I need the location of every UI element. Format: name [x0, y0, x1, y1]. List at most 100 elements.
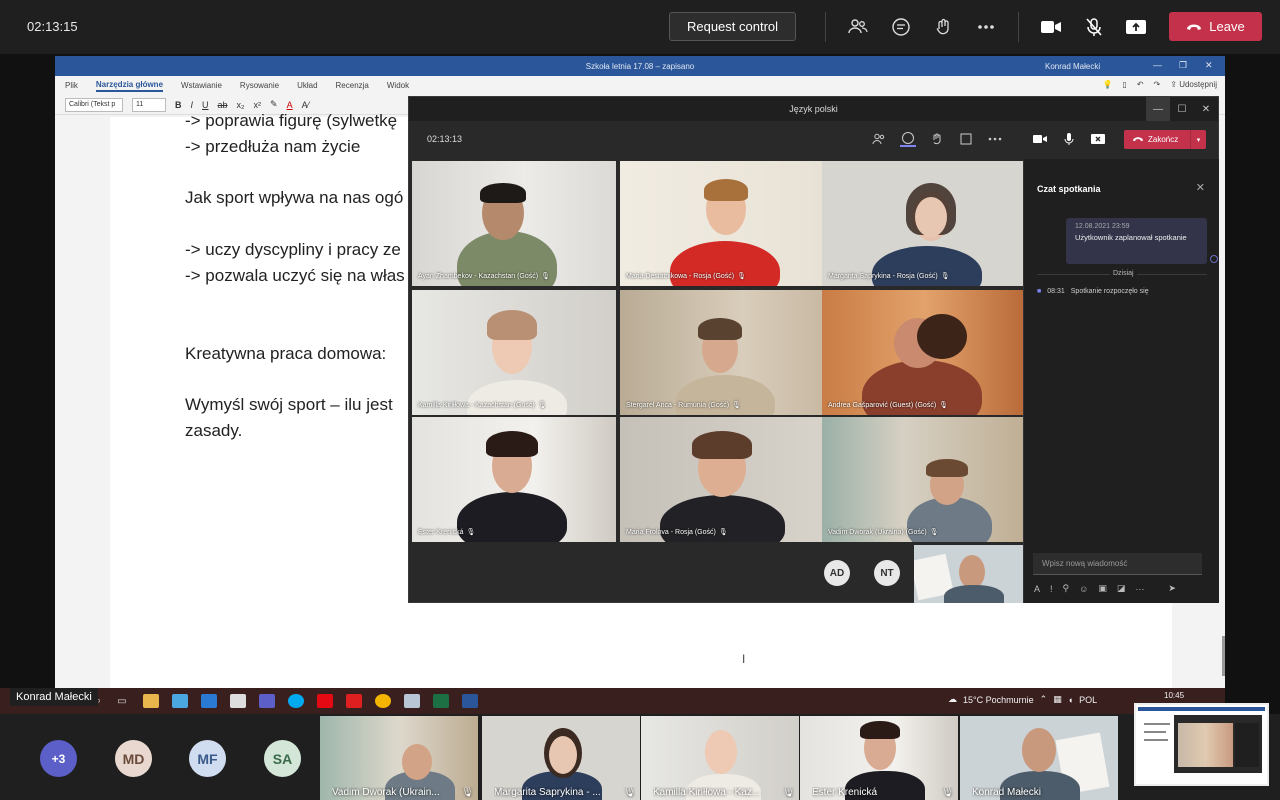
store-icon[interactable]: [229, 694, 246, 708]
tab-home[interactable]: Narzędzia główne: [95, 80, 164, 92]
more-icon[interactable]: [987, 131, 1003, 147]
task-view-icon[interactable]: ▭: [117, 696, 126, 707]
taskbar-clock[interactable]: 10:45: [1164, 691, 1184, 700]
video-tile[interactable]: Maria Desiatnikowa - Rosja (Gość) 🎙: [620, 161, 824, 286]
request-control-button[interactable]: Request control: [669, 12, 796, 41]
more-icon[interactable]: ···: [1135, 584, 1144, 594]
emoji-icon[interactable]: ☺: [1079, 584, 1088, 594]
reactions-icon[interactable]: [929, 131, 945, 147]
close-icon[interactable]: ✕: [1205, 60, 1213, 71]
participant-avatar[interactable]: MD: [115, 740, 152, 777]
more-icon[interactable]: [973, 14, 999, 40]
send-icon[interactable]: ➤: [1168, 583, 1176, 594]
participant-video-tile[interactable]: Ester Krenická 🎙: [800, 716, 958, 800]
chat-icon[interactable]: [900, 131, 916, 147]
chat-message-input[interactable]: Wpisz nową wiadomość: [1033, 553, 1202, 575]
redo-icon[interactable]: ↷: [1154, 80, 1161, 89]
font-size-box[interactable]: 11: [132, 97, 166, 112]
leave-button[interactable]: Leave: [1169, 12, 1262, 41]
chat-icon[interactable]: [888, 14, 914, 40]
teams-icon[interactable]: [258, 694, 275, 708]
share-button[interactable]: ⇪ Udostępnij: [1170, 80, 1217, 89]
edge-icon[interactable]: [171, 694, 188, 708]
participant-avatar[interactable]: MF: [189, 740, 226, 777]
close-icon[interactable]: ✕: [1196, 181, 1205, 194]
participant-video-tile[interactable]: Vadim Dworak (Ukrain... 🎙: [320, 716, 478, 800]
excel-icon[interactable]: [432, 694, 449, 708]
chevron-down-icon[interactable]: ▾: [1190, 130, 1206, 149]
netflix-icon[interactable]: [316, 694, 333, 708]
skype-icon[interactable]: [287, 694, 304, 708]
acrobat-icon[interactable]: [345, 694, 362, 708]
highlight-icon[interactable]: ✎: [270, 99, 278, 110]
language-indicator[interactable]: POL: [1079, 695, 1097, 705]
people-icon[interactable]: [871, 131, 887, 147]
tab-draw[interactable]: Rysowanie: [240, 81, 279, 90]
participant-avatar[interactable]: NT: [874, 560, 900, 586]
undo-icon[interactable]: ↶: [1137, 80, 1144, 89]
mic-icon[interactable]: [1061, 131, 1077, 147]
important-icon[interactable]: !: [1050, 584, 1053, 594]
font-name-box[interactable]: Calibri (Tekst p: [65, 97, 123, 112]
minimize-icon[interactable]: —: [1146, 97, 1170, 121]
minimize-icon[interactable]: —: [1153, 60, 1162, 70]
superscript-icon[interactable]: x²: [254, 100, 262, 110]
mail-icon[interactable]: [200, 694, 217, 708]
tab-view[interactable]: Widok: [387, 81, 409, 90]
tab-layout[interactable]: Układ: [297, 81, 317, 90]
room-icon[interactable]: [958, 131, 974, 147]
reactions-icon[interactable]: [930, 14, 956, 40]
weather-text[interactable]: 15°C Pochmurnie: [963, 695, 1034, 705]
participant-video-tile[interactable]: Konrad Małecki: [960, 716, 1118, 800]
maximize-icon[interactable]: ☐: [1170, 97, 1194, 121]
tab-review[interactable]: Recenzja: [336, 81, 369, 90]
tab-plik[interactable]: Plik: [65, 81, 78, 90]
shared-screen-thumbnail[interactable]: [1134, 703, 1269, 786]
video-tile[interactable]: Stergarel Anca - Rumunia (Gość) 🎙: [620, 290, 824, 415]
stop-sharing-icon[interactable]: [1090, 131, 1106, 147]
chrome-icon[interactable]: [374, 694, 391, 708]
strikethrough-icon[interactable]: ab: [218, 100, 228, 110]
people-icon[interactable]: [845, 14, 871, 40]
file-explorer-icon[interactable]: [142, 694, 159, 708]
subscript-icon[interactable]: x₂: [237, 100, 245, 110]
video-tile[interactable]: Ester Krenická 🎙: [412, 417, 616, 542]
participant-video-tile[interactable]: Kamilla Kiriłłowa - Kaz... 🎙: [641, 716, 799, 800]
close-icon[interactable]: ✕: [1194, 97, 1218, 121]
ribbon-right-tools: 💡 ▯ ↶ ↷ ⇪ Udostępnij: [1102, 80, 1217, 89]
word-icon[interactable]: [461, 694, 478, 708]
participant-video-tile[interactable]: Margarita Saprykina - ... 🎙: [482, 716, 640, 800]
video-tile[interactable]: Margarita Saprykina - Rosja (Gość) 🎙: [822, 161, 1026, 286]
sticker-icon[interactable]: ◪: [1117, 583, 1126, 594]
volume-icon[interactable]: ◖: [1068, 695, 1073, 705]
tab-insert[interactable]: Wstawianie: [181, 81, 222, 90]
participant-avatar[interactable]: AD: [824, 560, 850, 586]
clear-format-icon[interactable]: A⁄: [302, 100, 310, 110]
mic-off-icon[interactable]: [1081, 14, 1107, 40]
calculator-icon[interactable]: [403, 694, 420, 708]
video-tile[interactable]: Kamilla Kiriłłowa - Kazachstan (Gość) 🎙: [412, 290, 616, 415]
camera-icon[interactable]: [1038, 14, 1064, 40]
network-icon[interactable]: ▦: [1053, 694, 1062, 705]
format-icon[interactable]: A: [1034, 584, 1040, 594]
lightbulb-icon[interactable]: 💡: [1102, 80, 1112, 89]
bold-icon[interactable]: B: [175, 100, 182, 110]
video-tile[interactable]: Vadim Dworak (Ukraina) (Gość) 🎙: [822, 417, 1026, 542]
italic-icon[interactable]: I: [191, 100, 194, 110]
gif-icon[interactable]: ▣: [1098, 583, 1107, 594]
camera-icon[interactable]: [1032, 131, 1048, 147]
chevron-up-icon[interactable]: ⌃: [1040, 694, 1048, 705]
restore-icon[interactable]: ❐: [1179, 60, 1187, 71]
document-scrollbar[interactable]: [1222, 636, 1225, 676]
video-tile[interactable]: Andrea Gašparović (Guest) (Gość) 🎙: [822, 290, 1026, 415]
font-color-icon[interactable]: A: [287, 100, 293, 110]
underline-icon[interactable]: U: [202, 100, 209, 110]
video-tile[interactable]: Maria Frolova - Rosja (Gość) 🎙: [620, 417, 824, 542]
end-meeting-button[interactable]: Zakończ ▾: [1124, 130, 1206, 149]
participant-avatar[interactable]: SA: [264, 740, 301, 777]
reading-mode-icon[interactable]: ▯: [1122, 80, 1126, 89]
share-screen-icon[interactable]: [1123, 14, 1149, 40]
attach-icon[interactable]: ⚲: [1063, 583, 1070, 594]
more-participants-button[interactable]: +3: [40, 740, 77, 777]
video-tile[interactable]: Ayan Zhambekov - Kazachstan (Gość) 🎙: [412, 161, 616, 286]
